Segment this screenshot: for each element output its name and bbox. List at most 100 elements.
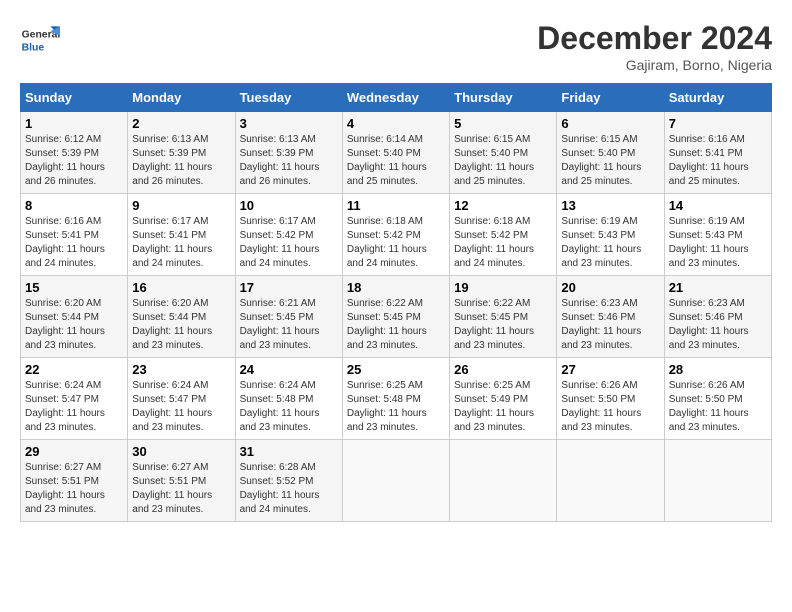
calendar-week-row: 1 Sunrise: 6:12 AMSunset: 5:39 PMDaylight… — [21, 112, 772, 194]
day-number: 6 — [561, 116, 659, 131]
calendar-cell: 24Sunrise: 6:24 AMSunset: 5:48 PMDayligh… — [235, 358, 342, 440]
calendar-cell: 19 Sunrise: 6:22 AMSunset: 5:45 PMDayligh… — [450, 276, 557, 358]
page-header: General Blue December 2024 Gajiram, Born… — [20, 20, 772, 73]
calendar-header-sunday: Sunday — [21, 84, 128, 112]
day-info: Sunrise: 6:26 AMSunset: 5:50 PMDaylight:… — [561, 379, 659, 435]
logo-icon: General Blue — [20, 20, 60, 60]
day-number: 20 — [561, 280, 659, 295]
day-number: 3 — [240, 116, 338, 131]
calendar-cell: 11 Sunrise: 6:18 AMSunset: 5:42 PMDayligh… — [342, 194, 449, 276]
calendar-table: SundayMondayTuesdayWednesdayThursdayFrid… — [20, 83, 772, 522]
day-number: 5 — [454, 116, 552, 131]
calendar-cell — [557, 440, 664, 522]
calendar-cell: 13Sunrise: 6:19 AMSunset: 5:43 PMDayligh… — [557, 194, 664, 276]
day-number: 16 — [132, 280, 230, 295]
day-number: 19 — [454, 280, 552, 295]
calendar-cell: 29 Sunrise: 6:27 AMSunset: 5:51 PMDayligh… — [21, 440, 128, 522]
day-number: 1 — [25, 116, 123, 131]
day-info: Sunrise: 6:28 AMSunset: 5:52 PMDaylight:… — [240, 461, 338, 517]
day-info: Sunrise: 6:16 AMSunset: 5:41 PMDaylight:… — [669, 133, 767, 189]
calendar-week-row: 29 Sunrise: 6:27 AMSunset: 5:51 PMDayligh… — [21, 440, 772, 522]
calendar-cell: 7 Sunrise: 6:16 AMSunset: 5:41 PMDaylight… — [664, 112, 771, 194]
calendar-header-thursday: Thursday — [450, 84, 557, 112]
calendar-header-saturday: Saturday — [664, 84, 771, 112]
day-number: 31 — [240, 444, 338, 459]
day-info: Sunrise: 6:27 AMSunset: 5:51 PMDaylight:… — [25, 461, 123, 517]
day-number: 11 — [347, 198, 445, 213]
calendar-cell: 1 Sunrise: 6:12 AMSunset: 5:39 PMDaylight… — [21, 112, 128, 194]
calendar-cell: 25 Sunrise: 6:25 AMSunset: 5:48 PMDayligh… — [342, 358, 449, 440]
day-number: 30 — [132, 444, 230, 459]
calendar-cell: 20 Sunrise: 6:23 AMSunset: 5:46 PMDayligh… — [557, 276, 664, 358]
day-info: Sunrise: 6:12 AMSunset: 5:39 PMDaylight:… — [25, 133, 123, 189]
day-info: Sunrise: 6:14 AMSunset: 5:40 PMDaylight:… — [347, 133, 445, 189]
calendar-body: 1 Sunrise: 6:12 AMSunset: 5:39 PMDaylight… — [21, 112, 772, 522]
day-info: Sunrise: 6:18 AMSunset: 5:42 PMDaylight:… — [347, 215, 445, 271]
day-number: 14 — [669, 198, 767, 213]
calendar-header-wednesday: Wednesday — [342, 84, 449, 112]
day-number: 9 — [132, 198, 230, 213]
calendar-cell: 3 Sunrise: 6:13 AMSunset: 5:39 PMDaylight… — [235, 112, 342, 194]
calendar-cell: 23 Sunrise: 6:24 AMSunset: 5:47 PMDayligh… — [128, 358, 235, 440]
logo: General Blue — [20, 20, 60, 60]
calendar-cell: 28Sunrise: 6:26 AMSunset: 5:50 PMDayligh… — [664, 358, 771, 440]
location-subtitle: Gajiram, Borno, Nigeria — [537, 57, 772, 73]
day-number: 4 — [347, 116, 445, 131]
calendar-header-row: SundayMondayTuesdayWednesdayThursdayFrid… — [21, 84, 772, 112]
calendar-cell: 2Sunrise: 6:13 AMSunset: 5:39 PMDaylight… — [128, 112, 235, 194]
day-number: 29 — [25, 444, 123, 459]
day-info: Sunrise: 6:21 AMSunset: 5:45 PMDaylight:… — [240, 297, 338, 353]
day-number: 10 — [240, 198, 338, 213]
day-info: Sunrise: 6:17 AMSunset: 5:41 PMDaylight:… — [132, 215, 230, 271]
day-info: Sunrise: 6:25 AMSunset: 5:48 PMDaylight:… — [347, 379, 445, 435]
day-number: 25 — [347, 362, 445, 377]
calendar-cell: 5 Sunrise: 6:15 AMSunset: 5:40 PMDaylight… — [450, 112, 557, 194]
calendar-cell: 9 Sunrise: 6:17 AMSunset: 5:41 PMDaylight… — [128, 194, 235, 276]
day-info: Sunrise: 6:13 AMSunset: 5:39 PMDaylight:… — [240, 133, 338, 189]
month-year-title: December 2024 — [537, 20, 772, 57]
day-number: 22 — [25, 362, 123, 377]
day-number: 28 — [669, 362, 767, 377]
svg-text:Blue: Blue — [22, 42, 45, 53]
calendar-cell: 30 Sunrise: 6:27 AMSunset: 5:51 PMDayligh… — [128, 440, 235, 522]
calendar-cell: 6 Sunrise: 6:15 AMSunset: 5:40 PMDaylight… — [557, 112, 664, 194]
day-number: 27 — [561, 362, 659, 377]
day-info: Sunrise: 6:27 AMSunset: 5:51 PMDaylight:… — [132, 461, 230, 517]
calendar-cell — [342, 440, 449, 522]
day-info: Sunrise: 6:17 AMSunset: 5:42 PMDaylight:… — [240, 215, 338, 271]
day-number: 15 — [25, 280, 123, 295]
day-info: Sunrise: 6:22 AMSunset: 5:45 PMDaylight:… — [347, 297, 445, 353]
calendar-cell: 10 Sunrise: 6:17 AMSunset: 5:42 PMDayligh… — [235, 194, 342, 276]
day-number: 18 — [347, 280, 445, 295]
day-info: Sunrise: 6:15 AMSunset: 5:40 PMDaylight:… — [454, 133, 552, 189]
day-number: 17 — [240, 280, 338, 295]
day-info: Sunrise: 6:13 AMSunset: 5:39 PMDaylight:… — [132, 133, 230, 189]
day-info: Sunrise: 6:24 AMSunset: 5:47 PMDaylight:… — [25, 379, 123, 435]
day-number: 24 — [240, 362, 338, 377]
calendar-cell: 15Sunrise: 6:20 AMSunset: 5:44 PMDayligh… — [21, 276, 128, 358]
day-number: 21 — [669, 280, 767, 295]
day-info: Sunrise: 6:25 AMSunset: 5:49 PMDaylight:… — [454, 379, 552, 435]
day-number: 26 — [454, 362, 552, 377]
calendar-week-row: 22 Sunrise: 6:24 AMSunset: 5:47 PMDayligh… — [21, 358, 772, 440]
day-info: Sunrise: 6:18 AMSunset: 5:42 PMDaylight:… — [454, 215, 552, 271]
day-info: Sunrise: 6:16 AMSunset: 5:41 PMDaylight:… — [25, 215, 123, 271]
calendar-cell — [450, 440, 557, 522]
day-number: 23 — [132, 362, 230, 377]
day-info: Sunrise: 6:23 AMSunset: 5:46 PMDaylight:… — [561, 297, 659, 353]
day-number: 7 — [669, 116, 767, 131]
day-info: Sunrise: 6:24 AMSunset: 5:47 PMDaylight:… — [132, 379, 230, 435]
calendar-cell: 31 Sunrise: 6:28 AMSunset: 5:52 PMDayligh… — [235, 440, 342, 522]
calendar-cell: 21 Sunrise: 6:23 AMSunset: 5:46 PMDayligh… — [664, 276, 771, 358]
calendar-cell: 12 Sunrise: 6:18 AMSunset: 5:42 PMDayligh… — [450, 194, 557, 276]
calendar-cell: 26 Sunrise: 6:25 AMSunset: 5:49 PMDayligh… — [450, 358, 557, 440]
calendar-cell: 4 Sunrise: 6:14 AMSunset: 5:40 PMDaylight… — [342, 112, 449, 194]
calendar-cell: 17 Sunrise: 6:21 AMSunset: 5:45 PMDayligh… — [235, 276, 342, 358]
calendar-week-row: 15Sunrise: 6:20 AMSunset: 5:44 PMDayligh… — [21, 276, 772, 358]
day-info: Sunrise: 6:22 AMSunset: 5:45 PMDaylight:… — [454, 297, 552, 353]
day-info: Sunrise: 6:23 AMSunset: 5:46 PMDaylight:… — [669, 297, 767, 353]
calendar-cell: 16Sunrise: 6:20 AMSunset: 5:44 PMDayligh… — [128, 276, 235, 358]
day-info: Sunrise: 6:15 AMSunset: 5:40 PMDaylight:… — [561, 133, 659, 189]
calendar-header-friday: Friday — [557, 84, 664, 112]
day-number: 12 — [454, 198, 552, 213]
